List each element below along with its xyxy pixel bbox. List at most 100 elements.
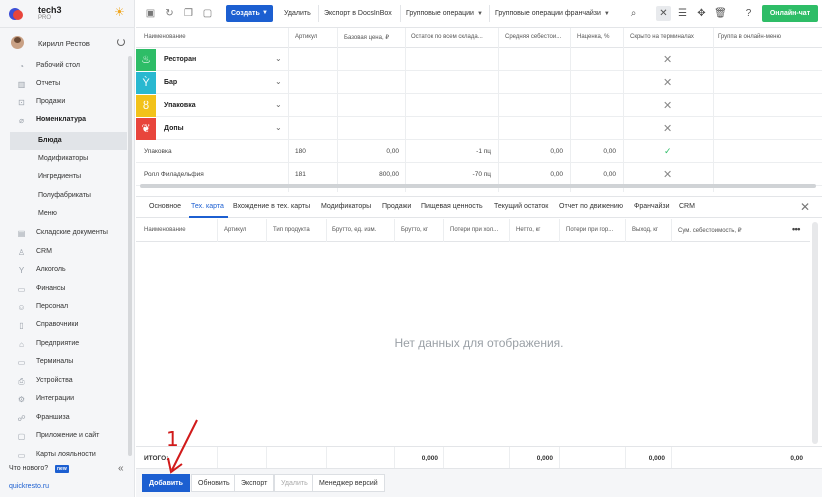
category-row-extras[interactable]: ❦ Допы ⌄ ✕ <box>136 118 822 140</box>
column-header[interactable]: Брутто, кг <box>401 227 428 233</box>
help-icon[interactable]: ? <box>741 6 756 21</box>
category-row-restaurant[interactable]: ♨ Ресторан ⌄ ✕ <box>136 49 822 71</box>
sidebar-item-menu[interactable]: Меню <box>0 205 128 223</box>
table-row[interactable]: Упаковка 180 0,00 -1 пц 0,00 0,00 ✓ <box>136 141 822 163</box>
sidebar-item-ingredients[interactable]: Ингредиенты <box>0 168 128 186</box>
online-chat-button[interactable]: Онлайн-чат <box>762 5 818 22</box>
column-header[interactable]: Остаток по всем склада... <box>411 34 483 40</box>
sidebar-item-app-site[interactable]: ▢ Приложение и сайт <box>0 427 128 445</box>
tab-tech-card[interactable]: Тех. карта <box>191 203 224 210</box>
plug-icon: ⚙ <box>17 395 26 404</box>
chevron-down-icon[interactable]: ⌄ <box>275 100 282 109</box>
sidebar-item-directories[interactable]: ▯ Справочники <box>0 316 128 334</box>
category-name: Бар <box>164 79 178 86</box>
delete-button[interactable]: Удалить <box>274 474 315 492</box>
detail-vertical-scrollbar[interactable] <box>812 222 818 444</box>
sidebar-item-crm[interactable]: ♙ CRM <box>0 243 128 261</box>
printer-icon: ⎙ <box>18 377 25 386</box>
copy-icon[interactable]: ❐ <box>183 8 194 19</box>
whats-new-link[interactable]: Что нового? <box>9 465 48 472</box>
sidebar-item-terminals[interactable]: ▭ Терминалы <box>0 353 128 371</box>
refresh-icon[interactable]: ↻ <box>164 8 175 19</box>
chevron-down-icon[interactable]: ⌄ <box>275 77 282 86</box>
column-header[interactable]: Базовая цена, ₽ <box>344 34 389 41</box>
footer-link[interactable]: quickresto.ru <box>9 483 49 490</box>
column-header[interactable]: Выход, кг <box>632 227 658 233</box>
sidebar-item-sales[interactable]: ⊡ Продажи <box>0 93 128 111</box>
category-row-packaging[interactable]: ȣ Упаковка ⌄ ✕ <box>136 95 822 117</box>
glass-icon: Y <box>18 266 25 275</box>
version-manager-button[interactable]: Менеджер версий <box>312 474 385 492</box>
sidebar-scrollbar[interactable] <box>128 56 132 456</box>
tab-nutrition[interactable]: Пищевая ценность <box>421 203 483 210</box>
brand[interactable]: tech3 PRO ☀ <box>0 0 135 28</box>
delete-button[interactable]: Удалить <box>279 5 316 22</box>
drink-icon: ♨ <box>141 54 151 66</box>
column-header[interactable]: Артикул <box>224 227 246 233</box>
column-header[interactable]: Наименование <box>144 34 186 40</box>
sidebar-item-loyalty-cards[interactable]: ▭ Карты лояльности <box>0 446 128 464</box>
collapse-sidebar-icon[interactable]: « <box>118 463 124 474</box>
list-icon[interactable]: ☰ <box>675 6 690 21</box>
sidebar-item-nomenclature[interactable]: ⌀ Номенклатура <box>0 111 128 129</box>
export-docsinbox-button[interactable]: Экспорт в DocsInBox <box>318 5 397 22</box>
column-header[interactable]: Сум. себестоимость, ₽ <box>678 227 742 234</box>
tab-franchise[interactable]: Франчайзи <box>634 203 670 210</box>
column-divider <box>559 219 560 242</box>
group-ops-franchise-dropdown[interactable]: Групповые операции франчайзи ▼ <box>489 5 615 22</box>
user-profile[interactable]: Кирилл Рестов <box>0 32 135 52</box>
export-button[interactable]: Экспорт <box>234 474 275 492</box>
column-header[interactable]: Тип продукта <box>273 227 310 233</box>
tab-modifiers[interactable]: Модификаторы <box>321 203 371 210</box>
grid-horizontal-scrollbar[interactable] <box>140 184 816 188</box>
sidebar-item-modifiers[interactable]: Модификаторы <box>0 150 128 168</box>
table-row[interactable]: Ролл Филадельфия 181 800,00 -70 пц 0,00 … <box>136 164 822 186</box>
column-header[interactable]: Скрыто на терминалах <box>630 34 694 40</box>
sidebar-item-dashboard[interactable]: ◔ Рабочий стол <box>0 57 128 75</box>
column-header[interactable]: Потери при хол... <box>450 227 498 233</box>
tab-main[interactable]: Основное <box>149 203 181 210</box>
search-icon[interactable]: ⌕ <box>626 6 641 21</box>
move-icon[interactable]: ✥ <box>694 6 709 21</box>
tab-crm[interactable]: CRM <box>679 203 695 210</box>
column-header[interactable]: Нетто, кг <box>516 227 540 233</box>
group-ops-dropdown[interactable]: Групповые операции ▼ <box>400 5 488 22</box>
chevron-down-icon[interactable]: ⌄ <box>275 123 282 132</box>
column-header[interactable]: Наименование <box>144 227 186 233</box>
sidebar-item-franchise[interactable]: ☍ Франшиза <box>0 409 128 427</box>
sidebar-item-finance[interactable]: ▭ Финансы <box>0 280 128 298</box>
column-header[interactable]: Группа в онлайн-меню <box>718 34 781 40</box>
sidebar-item-alcohol[interactable]: Y Алкоголь <box>0 261 128 279</box>
column-header[interactable]: Потери при гор... <box>566 227 613 233</box>
close-icon[interactable]: ✕ <box>800 200 810 214</box>
column-divider <box>509 447 510 469</box>
sun-icon[interactable]: ☀ <box>114 6 126 18</box>
sidebar-item-devices[interactable]: ⎙ Устройства <box>0 372 128 390</box>
sidebar-item-reports[interactable]: ▥ Отчеты <box>0 75 128 93</box>
save-icon[interactable]: ▣ <box>145 8 156 19</box>
chevron-down-icon[interactable]: ⌄ <box>275 54 282 63</box>
column-header[interactable]: Артикул <box>295 34 317 40</box>
sidebar-item-staff[interactable]: ☺ Персонал <box>0 298 128 316</box>
tab-tech-card-inclusion[interactable]: Вхождение в тех. карты <box>233 203 310 210</box>
column-header[interactable]: Брутто, ед. изм. <box>332 227 376 233</box>
sidebar-item-semifinished[interactable]: Полуфабрикаты <box>0 187 128 205</box>
sidebar-item-dishes[interactable]: Блюда <box>10 132 127 150</box>
column-header[interactable]: Наценка, % <box>577 34 609 40</box>
more-icon[interactable]: ••• <box>792 224 800 234</box>
create-button[interactable]: Создать ▼ <box>226 5 273 22</box>
sidebar-item-warehouse-docs[interactable]: ▤ Складские документы <box>0 224 128 242</box>
power-icon[interactable] <box>117 38 125 46</box>
sidebar-item-enterprise[interactable]: ⌂ Предприятие <box>0 335 128 353</box>
sidebar-item-integrations[interactable]: ⚙ Интеграции <box>0 390 128 408</box>
tab-sales[interactable]: Продажи <box>382 203 411 210</box>
category-row-bar[interactable]: Ỳ Бар ⌄ ✕ <box>136 72 822 94</box>
tab-current-stock[interactable]: Текущий остаток <box>494 203 548 210</box>
cell-price: 0,00 <box>386 148 399 155</box>
window-icon[interactable]: ▢ <box>202 8 213 19</box>
column-divider <box>326 447 327 469</box>
trash-icon[interactable]: 🗑 <box>713 6 728 21</box>
tab-movement-report[interactable]: Отчет по движению <box>559 203 623 210</box>
column-header[interactable]: Средняя себестои... <box>505 34 561 40</box>
tools-icon[interactable]: ✕ <box>656 6 671 21</box>
